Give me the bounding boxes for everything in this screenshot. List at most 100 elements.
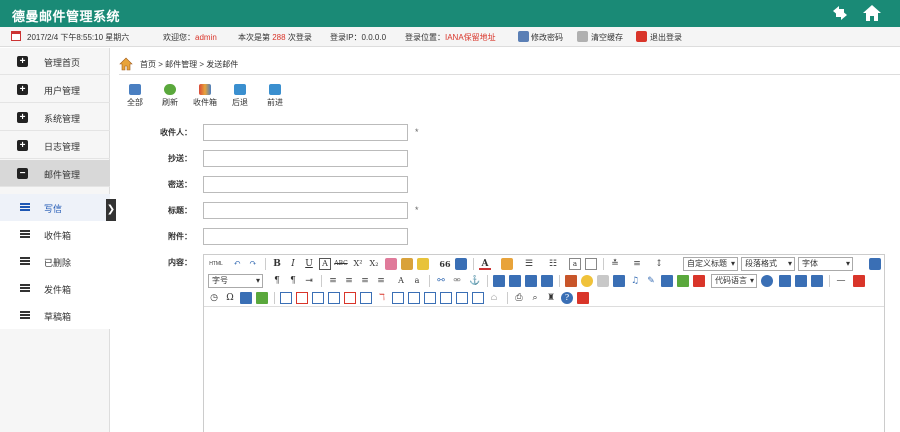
forward-button[interactable]: 前进	[257, 84, 293, 108]
image-float-left-icon[interactable]	[509, 275, 521, 287]
sidebar-item-mail[interactable]: − 邮件管理	[0, 160, 110, 187]
insert-paragraph-before-table-icon[interactable]	[312, 292, 324, 304]
unlink-icon[interactable]: ⚮	[451, 275, 463, 287]
sidebar-collapse-toggle[interactable]: ❯	[106, 199, 116, 221]
insert-table-icon[interactable]	[280, 292, 292, 304]
music-icon[interactable]: ♫	[629, 275, 641, 287]
row-spacing-top-icon[interactable]: ≛	[609, 258, 621, 270]
help-icon[interactable]: ?	[561, 292, 573, 304]
template-icon[interactable]	[795, 275, 807, 287]
print-icon[interactable]: ⎙	[513, 292, 525, 304]
split-cols-icon[interactable]	[472, 292, 484, 304]
cc-input[interactable]	[203, 150, 408, 167]
image-center-icon[interactable]	[541, 275, 553, 287]
italic-button[interactable]: I	[287, 258, 299, 270]
refresh-sync-icon[interactable]	[829, 3, 851, 25]
subject-input[interactable]	[203, 202, 408, 219]
sidebar-item-logs[interactable]: + 日志管理	[0, 132, 110, 159]
split-rows-icon[interactable]	[456, 292, 468, 304]
html-source-button[interactable]: HTML	[208, 258, 224, 270]
map-icon[interactable]	[661, 275, 673, 287]
subscript-button[interactable]: X₂	[367, 258, 381, 270]
font-border-icon[interactable]: A	[319, 258, 331, 270]
eraser-icon[interactable]	[385, 258, 397, 270]
insert-col-icon[interactable]	[360, 292, 372, 304]
insert-video-icon[interactable]	[613, 275, 625, 287]
sidebar-item-home[interactable]: + 管理首页	[0, 48, 110, 75]
font-color-button[interactable]: A	[479, 258, 491, 270]
sidebar-item-system[interactable]: + 系统管理	[0, 104, 110, 131]
date-icon[interactable]	[853, 275, 865, 287]
web-picture-icon[interactable]	[761, 275, 773, 287]
inbox-button[interactable]: 收件箱	[187, 84, 223, 108]
superscript-button[interactable]: X²	[351, 258, 365, 270]
emoticon-icon[interactable]	[581, 275, 593, 287]
insert-image-icon[interactable]	[565, 275, 577, 287]
bold-button[interactable]: B	[271, 258, 283, 270]
clear-document-icon[interactable]	[585, 258, 597, 270]
sidebar-subitem-inbox[interactable]: 收件箱	[0, 221, 110, 248]
select-all-icon[interactable]: a	[569, 258, 581, 270]
all-button[interactable]: 全部	[117, 84, 153, 108]
unordered-list-icon[interactable]: ☷	[547, 258, 559, 270]
rtl-icon[interactable]: ¶	[287, 275, 299, 287]
sidebar-subitem-drafts[interactable]: 草稿箱	[0, 302, 110, 329]
code-language-select[interactable]: 代码语言	[711, 274, 757, 288]
font-size-select[interactable]: 字号	[208, 274, 263, 288]
chart-icon[interactable]: ⌂	[488, 292, 500, 304]
insert-row-icon[interactable]	[328, 292, 340, 304]
line-height-icon[interactable]: ↕	[653, 258, 665, 270]
ltr-icon[interactable]: ¶	[271, 275, 283, 287]
scrawl-icon[interactable]	[597, 275, 609, 287]
editor-content-area[interactable]	[204, 308, 884, 432]
bcc-input[interactable]	[203, 176, 408, 193]
align-right-icon[interactable]: ≡	[359, 275, 371, 287]
gmap-icon[interactable]	[677, 275, 689, 287]
change-password-link[interactable]: 修改密码	[531, 32, 563, 43]
delete-col-icon[interactable]: ℸ	[376, 292, 388, 304]
row-spacing-bottom-icon[interactable]: ≡	[631, 258, 643, 270]
strikethrough-button[interactable]: ABC	[333, 258, 349, 270]
attachment-input[interactable]	[203, 228, 408, 245]
background-icon[interactable]	[811, 275, 823, 287]
font-family-select[interactable]: 字体	[798, 257, 853, 271]
split-cells-icon[interactable]	[440, 292, 452, 304]
search-replace-icon[interactable]: ♜	[545, 292, 557, 304]
horizontal-rule-icon[interactable]: —	[835, 275, 847, 287]
back-button[interactable]: 后退	[222, 84, 258, 108]
indent-icon[interactable]: ⇥	[303, 275, 315, 287]
logout-link[interactable]: 退出登录	[650, 32, 682, 43]
image-float-right-icon[interactable]	[525, 275, 537, 287]
align-justify-icon[interactable]: ≡	[375, 275, 387, 287]
auto-format-icon[interactable]	[417, 258, 429, 270]
preview-icon[interactable]: ⌕	[529, 292, 541, 304]
underline-button[interactable]: U	[303, 258, 315, 270]
home-icon[interactable]	[861, 3, 883, 25]
align-center-icon[interactable]: ≡	[343, 275, 355, 287]
special-char-icon[interactable]: Ω	[224, 292, 236, 304]
time-icon[interactable]: ◷	[208, 292, 220, 304]
custom-title-select[interactable]: 自定义标题	[683, 257, 738, 271]
redo-icon[interactable]: ↷	[247, 258, 259, 270]
paragraph-format-select[interactable]: 段落格式	[741, 257, 795, 271]
delete-row-icon[interactable]	[344, 292, 356, 304]
insert-frame-icon[interactable]	[693, 275, 705, 287]
refresh-button[interactable]: 刷新	[152, 84, 188, 108]
drafts-icon[interactable]	[577, 292, 589, 304]
word-image-icon[interactable]	[240, 292, 252, 304]
delete-table-icon[interactable]	[296, 292, 308, 304]
merge-right-icon[interactable]	[408, 292, 420, 304]
to-input[interactable]	[203, 124, 408, 141]
anchor-icon[interactable]: ⚓	[469, 275, 481, 287]
image-float-none-icon[interactable]	[493, 275, 505, 287]
attachment-icon[interactable]: ✎	[645, 275, 657, 287]
sidebar-subitem-sent[interactable]: 发件箱	[0, 275, 110, 302]
link-icon[interactable]: ⚯	[435, 275, 447, 287]
undo-icon[interactable]: ↶	[231, 258, 243, 270]
sidebar-item-users[interactable]: + 用户管理	[0, 76, 110, 103]
home-icon[interactable]	[119, 57, 133, 71]
align-left-icon[interactable]: ≡	[327, 275, 339, 287]
format-brush-icon[interactable]	[401, 258, 413, 270]
blockquote-button[interactable]: 66	[439, 258, 451, 270]
clear-cache-link[interactable]: 清空缓存	[591, 32, 623, 43]
